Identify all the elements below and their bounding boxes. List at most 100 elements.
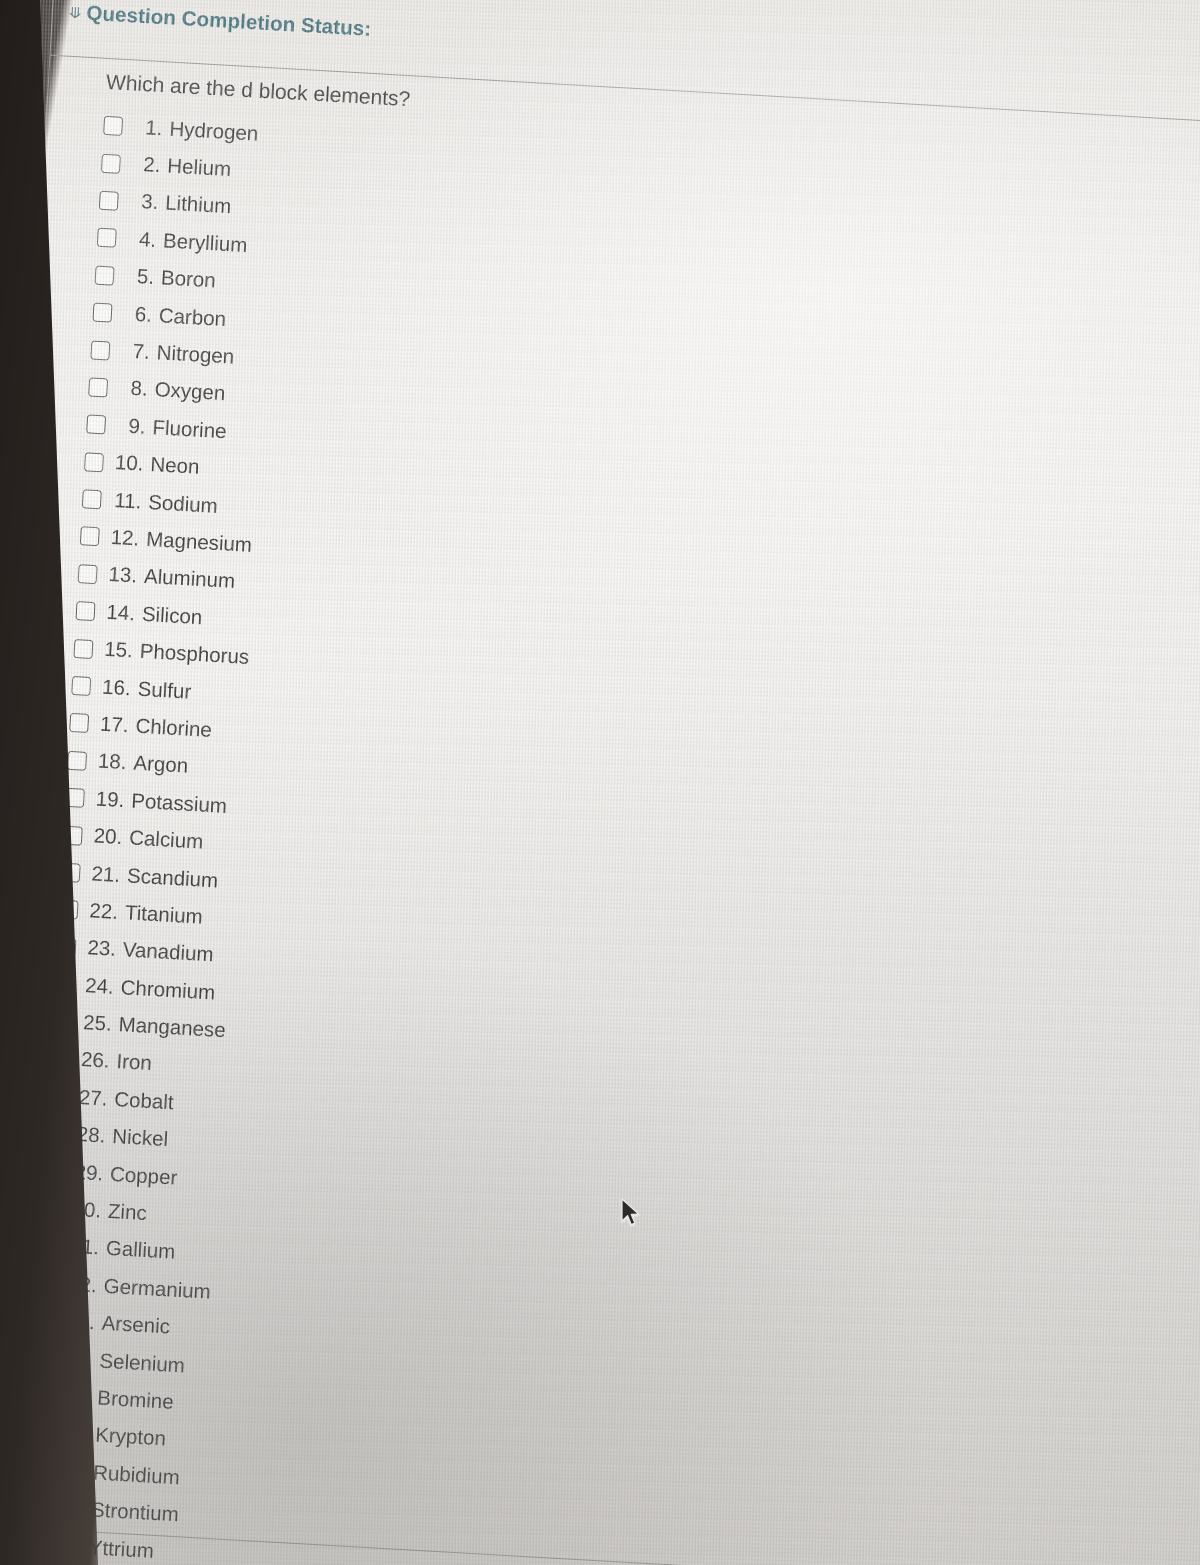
answer-number: 33. (65, 1309, 96, 1335)
answer-checkbox[interactable] (100, 153, 121, 174)
answer-label: Scandium (126, 863, 219, 893)
answer-checkbox[interactable] (98, 190, 119, 211)
answer-number: 24. (84, 973, 115, 999)
answer-number: 20. (93, 824, 123, 850)
answer-label: Neon (149, 453, 201, 480)
answer-number: 4. (138, 227, 157, 252)
chevron-double-down-icon[interactable]: ⤋ (67, 4, 84, 23)
answer-label: Phosphorus (139, 639, 250, 670)
answer-number: 16. (101, 675, 132, 700)
answer-checkbox[interactable] (33, 1347, 54, 1368)
answer-checkbox[interactable] (94, 265, 115, 286)
answer-label: Chlorine (134, 714, 213, 742)
answer-checkbox[interactable] (30, 1385, 52, 1406)
answer-label: Helium (166, 154, 232, 182)
answer-checkbox[interactable] (67, 750, 88, 771)
answer-number: 37. (57, 1459, 87, 1484)
answer-checkbox[interactable] (24, 1497, 45, 1518)
answer-number: 28. (76, 1123, 106, 1148)
answer-label: Nitrogen (156, 341, 235, 369)
answer-number: 27. (78, 1085, 109, 1111)
answer-label: Arsenic (101, 1311, 171, 1339)
answer-number: 29. (74, 1160, 104, 1186)
answer-number: 5. (136, 265, 155, 290)
answer-checkbox[interactable] (71, 675, 92, 697)
answer-checkbox[interactable] (62, 825, 83, 846)
quiz-page: ⤋ Question Completion Status: Which are … (0, 0, 1200, 1565)
answer-label: Hydrogen (168, 117, 259, 146)
answer-label: Chromium (120, 975, 216, 1005)
answer-number: 2. (142, 153, 162, 178)
answer-checkbox[interactable] (41, 1198, 62, 1219)
answer-label: Germanium (103, 1274, 212, 1304)
answer-checkbox[interactable] (56, 937, 77, 958)
answer-number: 17. (99, 712, 130, 738)
answer-label: Argon (132, 751, 189, 778)
answer-number: 25. (82, 1011, 113, 1036)
answer-number: 13. (107, 563, 138, 588)
answer-number: 32. (67, 1272, 98, 1298)
answer-checkbox[interactable] (28, 1422, 49, 1443)
answer-checkbox[interactable] (60, 862, 81, 883)
answer-number: 31. (69, 1235, 100, 1260)
answer-checkbox[interactable] (79, 526, 100, 547)
answer-number: 15. (103, 637, 134, 663)
answer-label: Sulfur (137, 677, 192, 704)
answer-checkbox[interactable] (54, 974, 75, 995)
answer-number: 9. (127, 414, 147, 439)
answer-number: 36. (59, 1421, 89, 1447)
answer-checkbox[interactable] (35, 1310, 56, 1331)
answer-label: Nickel (111, 1125, 169, 1152)
answer-checkbox[interactable] (96, 228, 117, 249)
answer-checkbox[interactable] (92, 302, 113, 323)
answer-label: Titanium (124, 901, 204, 929)
answer-checkbox[interactable] (86, 414, 107, 435)
answer-checkbox[interactable] (45, 1123, 66, 1145)
answer-number: 11. (113, 488, 142, 514)
answer-checkbox[interactable] (22, 1534, 43, 1555)
answer-label: Silicon (141, 602, 203, 629)
answer-checkbox[interactable] (103, 116, 124, 137)
answer-checkbox[interactable] (75, 601, 96, 622)
answer-checkbox[interactable] (88, 377, 109, 398)
question-completion-status-title: Question Completion Status: (85, 1, 372, 41)
answer-checkbox[interactable] (39, 1235, 60, 1257)
answer-number: 22. (88, 899, 119, 924)
answer-checkbox[interactable] (90, 340, 111, 361)
answer-label: Gallium (105, 1237, 176, 1265)
screen-photo-frame: ⤋ Question Completion Status: Which are … (0, 0, 1200, 1565)
answer-label: Carbon (158, 303, 227, 331)
answer-number: 35. (61, 1384, 92, 1410)
answer-checkbox[interactable] (69, 713, 90, 734)
answer-checkbox[interactable] (64, 787, 85, 809)
answer-number: 23. (86, 936, 117, 962)
answer-checkbox[interactable] (73, 638, 94, 659)
answer-number: 6. (134, 302, 153, 327)
answer-label: Beryllium (162, 229, 248, 258)
answer-number: 21. (91, 861, 121, 887)
answer-label: Boron (160, 266, 217, 293)
answer-label: Aluminum (143, 565, 236, 594)
answer-label: Lithium (164, 191, 232, 219)
answer-checkbox[interactable] (47, 1086, 68, 1107)
answer-number: 3. (140, 190, 159, 215)
answer-checkbox[interactable] (52, 1011, 73, 1033)
answer-checkbox[interactable] (81, 489, 102, 510)
answer-checkbox[interactable] (58, 899, 79, 921)
answer-number: 10. (114, 451, 145, 476)
answer-label: Sodium (147, 490, 219, 518)
answer-label: Bromine (96, 1386, 175, 1414)
answer-label: Copper (109, 1162, 178, 1190)
answer-checkbox[interactable] (83, 452, 105, 473)
answer-label: Strontium (90, 1498, 180, 1527)
answer-number: 38. (54, 1496, 85, 1522)
answer-label: Iron (115, 1050, 153, 1076)
answer-number: 19. (95, 787, 126, 812)
answer-checkbox[interactable] (77, 564, 98, 585)
answer-checkbox[interactable] (37, 1273, 58, 1294)
answer-checkbox[interactable] (50, 1049, 71, 1070)
answer-number: 34. (63, 1347, 94, 1372)
answer-checkbox[interactable] (43, 1161, 64, 1182)
answer-checkbox[interactable] (26, 1459, 47, 1480)
answer-label: Vanadium (122, 938, 215, 967)
